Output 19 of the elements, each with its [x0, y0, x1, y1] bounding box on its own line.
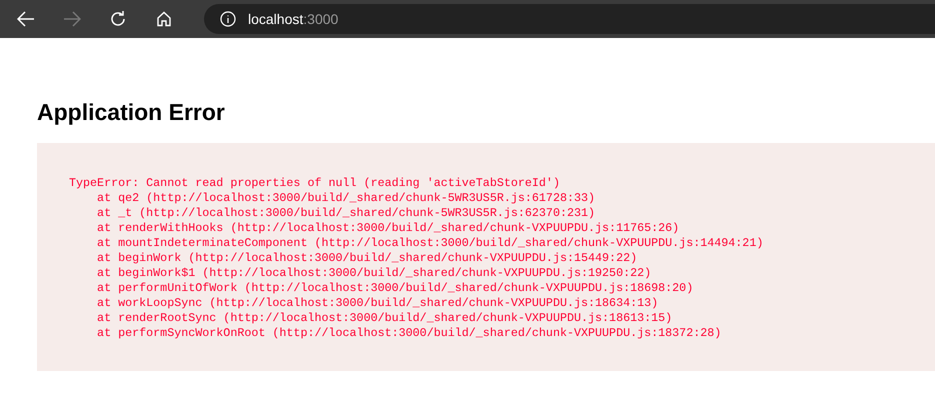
- stack-trace-line: at performSyncWorkOnRoot (http://localhost:3000/build/_shared/chunk-VXPUUPDU.js:18372:28): [96, 326, 722, 341]
- back-arrow-icon: [17, 11, 35, 27]
- stack-trace-line: at beginWork$1 (http://localhost:3000/build/_shared/chunk-VXPUUPDU.js:19250:22): [96, 266, 652, 281]
- error-heading: Application Error: [37, 98, 226, 127]
- home-icon: [156, 11, 172, 27]
- stack-trace-line: at qe2 (http://localhost:3000/build/_shared/chunk-5WR3US5R.js:61728:33): [96, 191, 596, 206]
- stack-trace-line: at beginWork (http://localhost:3000/build/_shared/chunk-VXPUUPDU.js:15449:22): [96, 251, 638, 266]
- stack-trace-line: at workLoopSync (http://localhost:3000/build/_shared/chunk-VXPUUPDU.js:18634:13): [96, 296, 658, 311]
- address-bar[interactable]: localhost:3000: [204, 4, 935, 34]
- stack-trace-line: at renderRootSync (http://localhost:3000/build/_shared/chunk-VXPUUPDU.js:18613:15): [96, 311, 672, 326]
- forward-arrow-icon: [63, 11, 81, 27]
- stack-trace-line: at performUnitOfWork (http://localhost:3000/build/_shared/chunk-VXPUUPDU.js:18698:20): [96, 281, 694, 296]
- info-icon: [220, 11, 236, 27]
- stack-trace-line: at renderWithHooks (http://localhost:3000/build/_shared/chunk-VXPUUPDU.js:11765:26): [96, 221, 680, 236]
- stack-trace-line: at _t (http://localhost:3000/build/_shared/chunk-5WR3US5R.js:62370:231): [96, 206, 596, 221]
- reload-icon: [109, 10, 127, 28]
- address-text: localhost:3000: [248, 10, 338, 28]
- stack-trace-line: TypeError: Cannot read properties of null (reading 'activeTabStoreId'): [69, 176, 560, 191]
- stack-trace-line: at mountIndeterminateComponent (http://localhost:3000/build/_shared/chunk-VXPUUPDU.js:14494:21): [96, 236, 764, 251]
